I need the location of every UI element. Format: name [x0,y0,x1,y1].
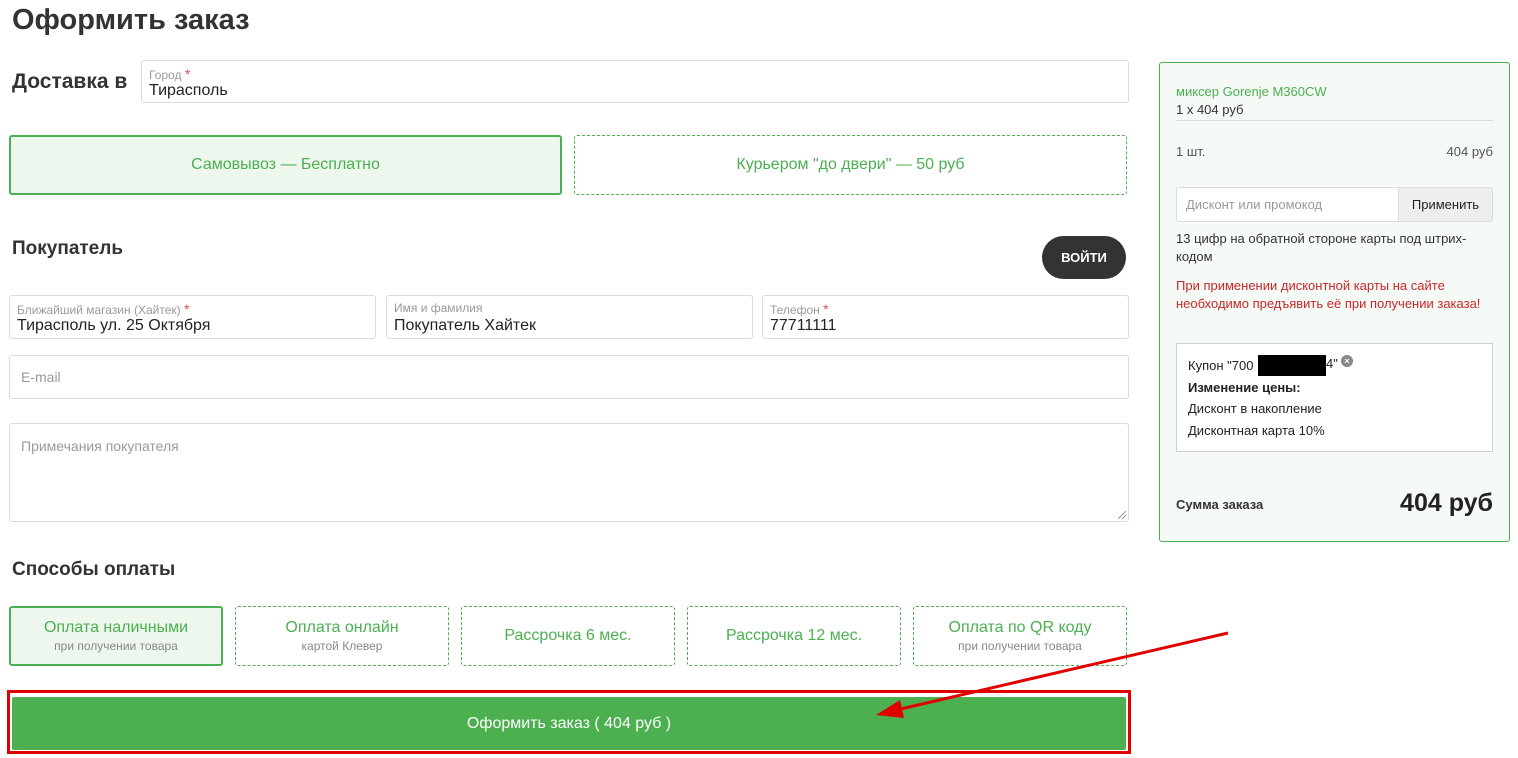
payment-option-online[interactable]: Оплата онлайн картой Клевер [235,606,449,666]
coupon-line-2: Дисконтная карта 10% [1188,423,1325,438]
order-total-value: 404 руб [1400,489,1493,517]
quantity-total: 404 руб [1446,144,1493,159]
payment-option-sub: при получении товара [54,639,178,653]
promo-code-input[interactable]: Дисконт или промокод [1176,187,1399,222]
redacted-coupon-code [1258,355,1326,376]
coupon-suffix: 4" [1326,356,1338,371]
product-name-link[interactable]: миксер Gorenje M360CW [1176,84,1327,99]
product-price: 1 x 404 руб [1176,102,1244,117]
payment-option-sub: при получении товара [958,639,1082,653]
store-field-label: Ближайший магазин (Хайтек) * [17,301,190,317]
coupon-prefix: Купон "700 [1188,358,1254,373]
delivery-option-courier[interactable]: Курьером "до двери" — 50 руб [574,135,1127,195]
delivery-option-label: Самовывоз — Бесплатно [191,156,380,173]
payment-option-label: Оплата по QR коду [948,619,1092,636]
apply-promo-button[interactable]: Применить [1398,187,1493,222]
email-field[interactable]: E-mail [9,355,1129,399]
payment-option-cash[interactable]: Оплата наличными при получении товара [9,606,223,666]
name-field-value: Покупатель Хайтек [394,317,536,334]
store-field-value: Тирасполь ул. 25 Октября [17,317,211,334]
delivery-option-pickup[interactable]: Самовывоз — Бесплатно [9,135,562,195]
payment-option-label: Оплата онлайн [285,619,399,636]
resize-handle-icon[interactable] [1118,511,1126,519]
store-field[interactable]: Ближайший магазин (Хайтек) * Тирасполь у… [9,295,376,339]
payment-option-qr[interactable]: Оплата по QR коду при получении товара [913,606,1127,666]
card-warning-text: При применении дисконтной карты на сайте… [1176,278,1481,311]
name-field[interactable]: Имя и фамилия Покупатель Хайтек [386,295,753,339]
payment-option-installment-6[interactable]: Рассрочка 6 мес. [461,606,675,666]
card-hint-text: 13 цифр на обратной стороне карты под шт… [1176,231,1467,264]
notes-textarea[interactable]: Примечания покупателя [9,423,1129,522]
email-placeholder: E-mail [21,369,61,385]
submit-order-button[interactable]: Оформить заказ ( 404 руб ) [12,697,1126,750]
city-field[interactable]: Город * Тирасполь [141,60,1129,103]
promo-code-placeholder: Дисконт или промокод [1186,197,1323,212]
phone-field[interactable]: Телефон * 77711111 [762,295,1129,339]
applied-coupon-box: Купон "700 4" × Изменение цены: Дисконт … [1176,343,1493,452]
delivery-option-label: Курьером "до двери" — 50 руб [736,156,965,173]
notes-placeholder: Примечания покупателя [21,438,179,454]
phone-field-label: Телефон * [770,301,829,317]
payment-section-title: Способы оплаты [12,559,176,580]
buyer-section-title: Покупатель [12,238,124,259]
login-button[interactable]: ВОЙТИ [1042,236,1126,279]
payment-option-sub: картой Клевер [301,639,383,653]
city-field-value: Тирасполь [149,82,228,99]
summary-divider [1176,120,1493,121]
phone-field-value: 77711111 [770,317,837,334]
payment-option-label: Рассрочка 6 мес. [504,627,632,644]
payment-option-label: Рассрочка 12 мес. [725,627,863,644]
quantity-label: 1 шт. [1176,144,1206,159]
payment-option-installment-12[interactable]: Рассрочка 12 мес. [687,606,901,666]
price-change-title: Изменение цены: [1188,380,1301,395]
order-summary-panel: миксер Gorenje M360CW 1 x 404 руб 1 шт. … [1159,62,1510,542]
delivery-label: Доставка в [12,70,128,93]
coupon-line-1: Дисконт в накопление [1188,401,1322,416]
remove-coupon-icon[interactable]: × [1341,355,1353,367]
city-field-label: Город * [149,66,191,82]
payment-option-label: Оплата наличными [43,619,189,636]
page-title: Оформить заказ [12,4,250,36]
name-field-label: Имя и фамилия [394,301,483,315]
order-total-label: Сумма заказа [1176,497,1264,512]
